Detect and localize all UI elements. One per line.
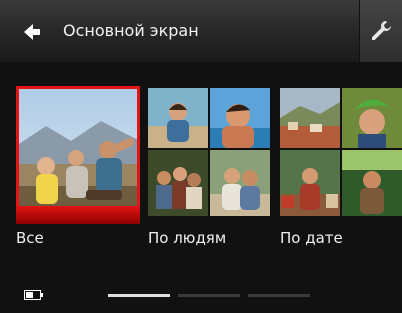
back-arrow-icon (24, 24, 40, 40)
category-label-all: Все (16, 229, 44, 247)
selection-indicator (16, 206, 140, 224)
photo-thumbnail (342, 88, 402, 148)
page-indicator-1 (108, 294, 170, 297)
photo-thumbnail (210, 88, 270, 148)
page-indicator-2 (178, 294, 240, 297)
photo-thumbnail (342, 150, 402, 216)
photo-thumbnail (148, 88, 208, 148)
category-label-by-people: По людям (148, 229, 227, 247)
wrench-icon (372, 21, 391, 40)
page-indicator-3 (248, 294, 310, 297)
battery-icon (24, 285, 44, 300)
photo-thumbnail (148, 150, 208, 216)
category-label-by-date: По дате (280, 229, 343, 247)
photo-thumbnail (280, 150, 340, 216)
back-button[interactable] (22, 22, 42, 42)
settings-button[interactable] (359, 0, 402, 62)
photo-thumbnail (280, 88, 340, 148)
selection-frame (16, 86, 140, 220)
photo-thumbnail (210, 150, 270, 216)
title-bar: Основной экран (0, 0, 402, 63)
page-title: Основной экран (63, 21, 199, 40)
